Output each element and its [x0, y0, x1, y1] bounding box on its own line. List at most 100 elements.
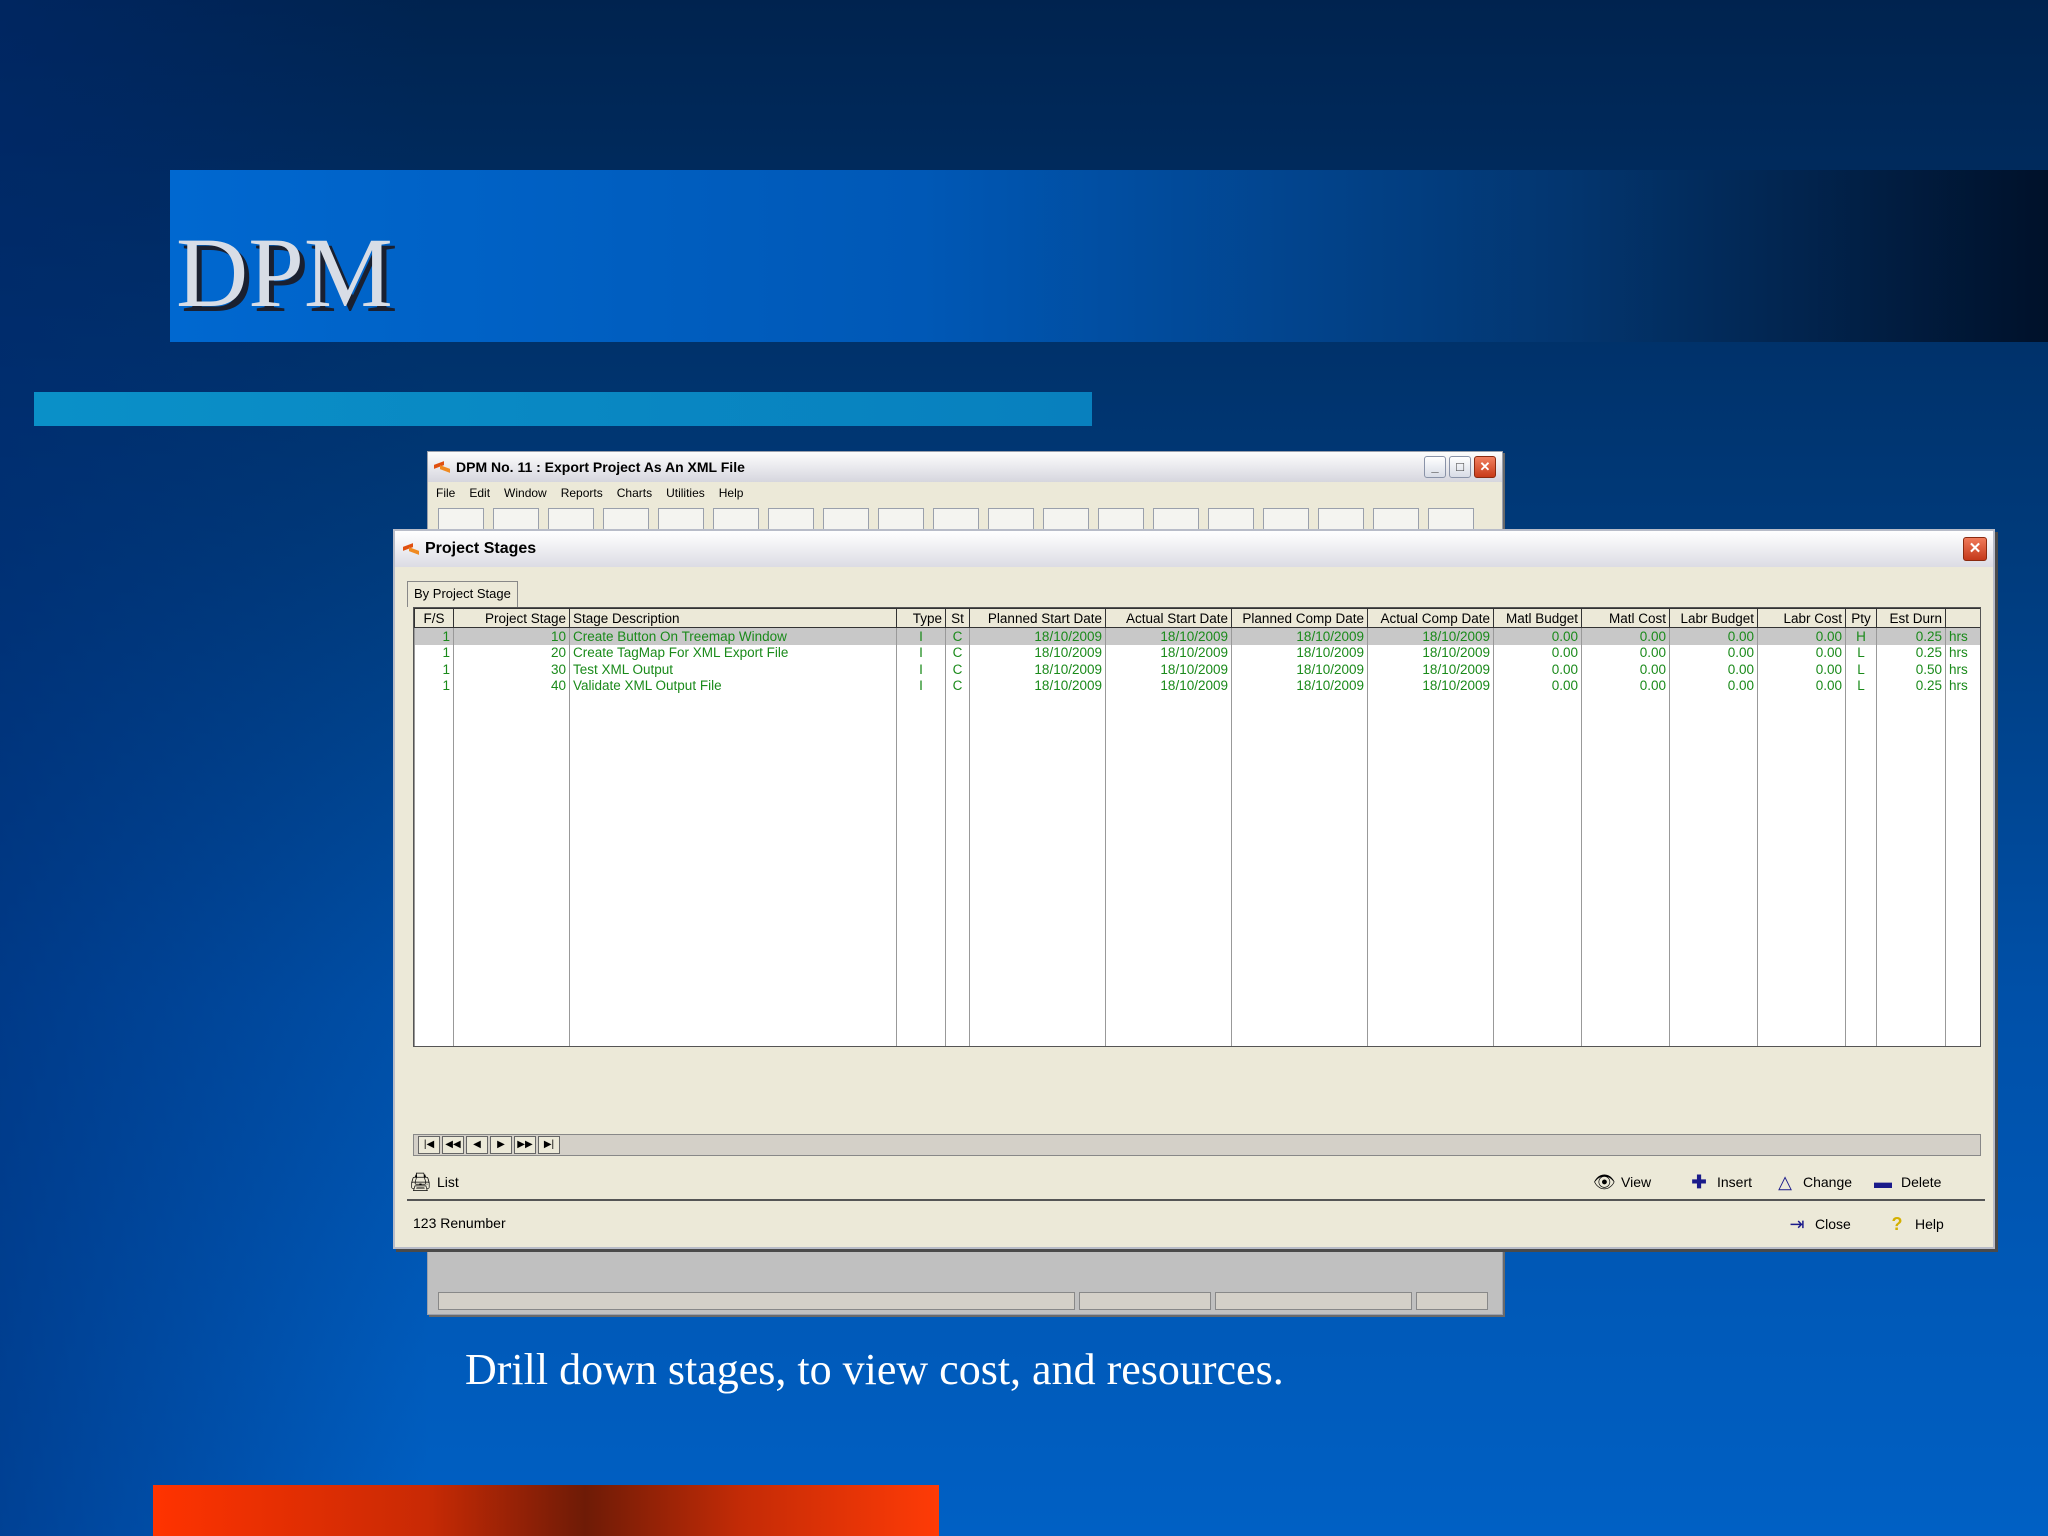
cell-planned-start: 18/10/2009 — [969, 627, 1106, 645]
cell-matl-budget: 0.00 — [1493, 661, 1582, 678]
printer-icon: 🖨 — [409, 1172, 432, 1192]
status-pane — [438, 1292, 1075, 1310]
col-header-actual-start-date[interactable]: Actual Start Date — [1105, 608, 1232, 628]
cell-description: Validate XML Output File — [569, 677, 897, 694]
col-header-matl-budget[interactable]: Matl Budget — [1493, 608, 1582, 628]
menu-charts[interactable]: Charts — [617, 486, 652, 500]
col-header-actual-comp-date[interactable]: Actual Comp Date — [1367, 608, 1494, 628]
cell-planned-comp: 18/10/2009 — [1231, 627, 1368, 645]
main-window-titlebar[interactable]: DPM No. 11 : Export Project As An XML Fi… — [428, 452, 1502, 482]
col-header-fs[interactable]: F/S — [414, 608, 454, 628]
cell-type: I — [896, 661, 946, 678]
menu-reports[interactable]: Reports — [561, 486, 603, 500]
cell-priority: L — [1845, 661, 1877, 678]
status-pane — [1215, 1292, 1412, 1310]
menu-edit[interactable]: Edit — [469, 486, 490, 500]
cell-status: C — [945, 627, 970, 645]
change-button[interactable]: △ Change — [1775, 1173, 1852, 1191]
col-header-unit — [1945, 608, 1980, 628]
cell-priority: L — [1845, 677, 1877, 694]
cell-actual-comp: 18/10/2009 — [1367, 661, 1494, 678]
col-header-est-durn[interactable]: Est Durn — [1876, 608, 1946, 628]
tab-by-project-stage[interactable]: By Project Stage — [407, 581, 518, 607]
status-bar — [438, 1292, 1492, 1310]
dpm-app-icon — [434, 461, 450, 473]
close-action-button[interactable]: ⇥ Close — [1787, 1214, 1851, 1234]
cell-type: I — [896, 627, 946, 645]
cell-type: I — [896, 677, 946, 694]
col-header-planned-start-date[interactable]: Planned Start Date — [969, 608, 1106, 628]
renumber-button[interactable]: 123 Renumber — [413, 1215, 506, 1231]
cell-planned-comp: 18/10/2009 — [1231, 661, 1368, 678]
list-label: List — [437, 1174, 459, 1190]
table-row[interactable]: 1 20 Create TagMap For XML Export File I… — [414, 644, 1980, 661]
cell-actual-comp: 18/10/2009 — [1367, 644, 1494, 661]
delete-button[interactable]: ▬ Delete — [1873, 1173, 1941, 1191]
cell-planned-start: 18/10/2009 — [969, 677, 1106, 694]
cell-unit: hrs — [1945, 661, 1980, 678]
insert-button[interactable]: ✚ Insert — [1689, 1173, 1752, 1191]
menu-window[interactable]: Window — [504, 486, 547, 500]
col-header-project-stage[interactable]: Project Stage — [453, 608, 570, 628]
close-label: Close — [1815, 1216, 1851, 1232]
question-mark-icon: ? — [1891, 1214, 1903, 1234]
close-button[interactable]: ✕ — [1474, 456, 1496, 478]
first-record-button[interactable]: |◀ — [418, 1136, 440, 1154]
cell-fs: 1 — [414, 661, 454, 678]
header-row: F/S Project Stage Stage Description Type… — [414, 608, 1980, 628]
cell-actual-start: 18/10/2009 — [1105, 677, 1232, 694]
cell-planned-comp: 18/10/2009 — [1231, 644, 1368, 661]
triangle-icon: △ — [1778, 1172, 1792, 1192]
col-header-type[interactable]: Type — [896, 608, 946, 628]
cell-actual-comp: 18/10/2009 — [1367, 627, 1494, 645]
col-header-matl-cost[interactable]: Matl Cost — [1581, 608, 1670, 628]
cell-matl-cost: 0.00 — [1581, 661, 1670, 678]
cell-est-durn: 0.50 — [1876, 661, 1946, 678]
cell-actual-comp: 18/10/2009 — [1367, 677, 1494, 694]
status-pane — [1079, 1292, 1211, 1310]
col-header-planned-comp-date[interactable]: Planned Comp Date — [1231, 608, 1368, 628]
previous-record-button[interactable]: ◀ — [466, 1136, 488, 1154]
cell-actual-start: 18/10/2009 — [1105, 627, 1232, 645]
project-stages-titlebar[interactable]: Project Stages ✕ — [395, 531, 1993, 567]
next-page-button[interactable]: ▶▶ — [514, 1136, 536, 1154]
col-header-priority[interactable]: Pty — [1845, 608, 1877, 628]
menu-utilities[interactable]: Utilities — [666, 486, 705, 500]
minimize-button[interactable]: _ — [1424, 456, 1446, 478]
main-window-title: DPM No. 11 : Export Project As An XML Fi… — [456, 459, 745, 475]
cell-actual-start: 18/10/2009 — [1105, 661, 1232, 678]
action-bar: 🖨 List 👁 View ✚ Insert △ Change ▬ Delete — [407, 1165, 1985, 1201]
table-row[interactable]: 1 30 Test XML Output I C 18/10/2009 18/1… — [414, 661, 1980, 678]
previous-page-button[interactable]: ◀◀ — [442, 1136, 464, 1154]
cell-fs: 1 — [414, 627, 454, 645]
cell-planned-comp: 18/10/2009 — [1231, 677, 1368, 694]
table-row[interactable]: 1 40 Validate XML Output File I C 18/10/… — [414, 677, 1980, 694]
col-header-labr-cost[interactable]: Labr Cost — [1757, 608, 1846, 628]
next-record-button[interactable]: ▶ — [490, 1136, 512, 1154]
plus-icon: ✚ — [1691, 1172, 1707, 1192]
col-header-status[interactable]: St — [945, 608, 970, 628]
help-button[interactable]: ? Help — [1887, 1215, 1944, 1233]
maximize-button[interactable]: □ — [1449, 456, 1471, 478]
table-row[interactable]: 1 10 Create Button On Treemap Window I C… — [414, 627, 1980, 645]
cell-labr-cost: 0.00 — [1757, 627, 1846, 645]
cell-status: C — [945, 677, 970, 694]
exit-door-icon: ⇥ — [1789, 1214, 1805, 1234]
close-button[interactable]: ✕ — [1963, 537, 1987, 561]
cell-unit: hrs — [1945, 677, 1980, 694]
last-record-button[interactable]: ▶| — [538, 1136, 560, 1154]
menu-help[interactable]: Help — [719, 486, 744, 500]
tab-strip: By Project Stage — [407, 581, 518, 607]
list-button[interactable]: 🖨 List — [409, 1173, 459, 1191]
empty-row — [414, 694, 1980, 1046]
cell-planned-start: 18/10/2009 — [969, 661, 1106, 678]
project-stages-title: Project Stages — [425, 540, 537, 557]
cell-matl-budget: 0.00 — [1493, 644, 1582, 661]
menu-file[interactable]: File — [436, 486, 455, 500]
col-header-labr-budget[interactable]: Labr Budget — [1669, 608, 1758, 628]
record-navigator: |◀ ◀◀ ◀ ▶ ▶▶ ▶| — [413, 1134, 1981, 1156]
view-button[interactable]: 👁 View — [1593, 1173, 1651, 1191]
col-header-stage-description[interactable]: Stage Description — [569, 608, 897, 628]
cell-stage: 20 — [453, 644, 570, 661]
cell-labr-budget: 0.00 — [1669, 661, 1758, 678]
